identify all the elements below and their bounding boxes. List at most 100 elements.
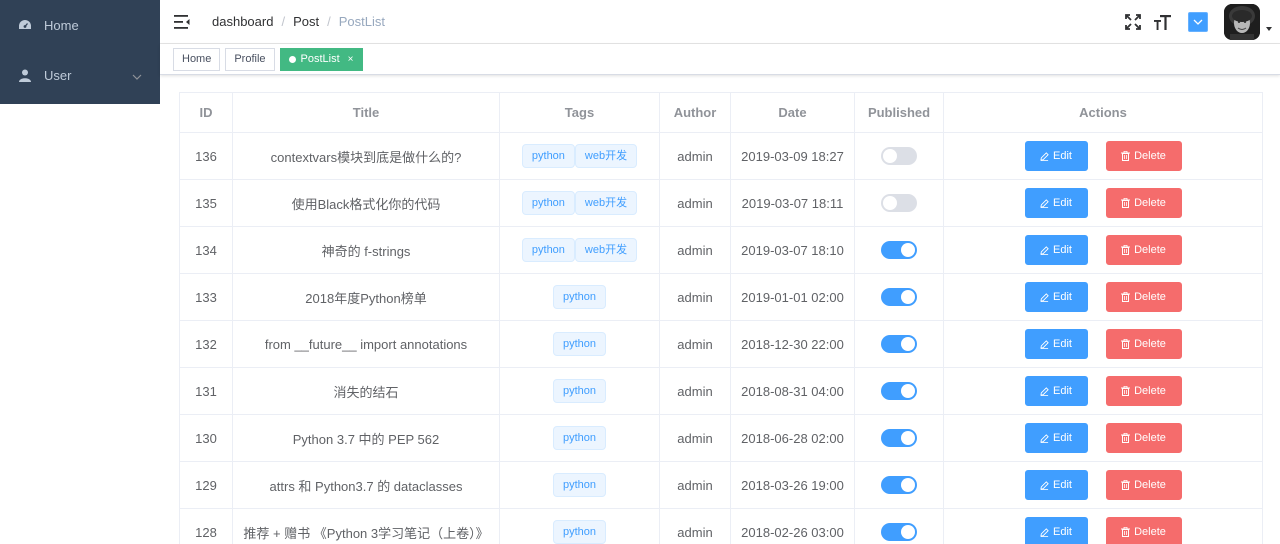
edit-button[interactable]: Edit [1024, 517, 1088, 544]
close-icon[interactable]: × [348, 54, 354, 65]
cell-date: 2018-02-26 03:00 [730, 508, 855, 544]
switch-knob [901, 384, 915, 398]
edit-button-label: Edit [1053, 338, 1072, 350]
cell-published [854, 508, 944, 544]
cell-id: 130 [179, 414, 233, 462]
published-switch[interactable] [881, 194, 917, 212]
cell-id: 128 [179, 508, 233, 544]
delete-icon [1121, 198, 1131, 208]
delete-icon [1121, 527, 1131, 537]
cell-published [854, 179, 944, 227]
delete-button-label: Delete [1134, 432, 1166, 444]
published-switch[interactable] [881, 523, 917, 541]
delete-button-label: Delete [1134, 338, 1166, 350]
cell-author: admin [659, 508, 731, 544]
delete-button[interactable]: Delete [1105, 423, 1182, 453]
tags-view-item-profile[interactable]: Profile [225, 47, 275, 71]
cell-actions: Edit Delete [943, 508, 1263, 544]
edit-button[interactable]: Edit [1024, 470, 1088, 500]
cell-title: 使用Black格式化你的代码 [232, 179, 500, 227]
table-row: 133 2018年度Python榜单 python admin 2019-01-01 0… [179, 273, 1263, 321]
published-switch[interactable] [881, 241, 917, 259]
sidebar-item-home[interactable]: Home [0, 0, 160, 50]
edit-button[interactable]: Edit [1024, 282, 1088, 312]
switch-knob [901, 525, 915, 539]
edit-button-label: Edit [1053, 244, 1072, 256]
tags-view-item-home[interactable]: Home [173, 47, 221, 71]
hamburger-icon[interactable] [174, 14, 190, 30]
published-switch[interactable] [881, 476, 917, 494]
breadcrumb-separator: / [281, 14, 286, 29]
tag-chip: python [552, 520, 607, 544]
sidebar-item-label: Home [44, 17, 79, 33]
table-row: 128 推荐 + 赠书 《Python 3学习笔记（上卷）》 python admin… [179, 508, 1263, 544]
published-switch[interactable] [881, 382, 917, 400]
delete-button[interactable]: Delete [1105, 376, 1182, 406]
delete-button[interactable]: Delete [1105, 329, 1182, 359]
delete-button[interactable]: Delete [1105, 141, 1182, 171]
cell-title: 神奇的 f-strings [232, 226, 500, 274]
column-header-date: Date [730, 92, 855, 133]
cell-id: 129 [179, 461, 233, 509]
edit-icon [1040, 386, 1049, 396]
published-switch[interactable] [881, 147, 917, 165]
cell-author: admin [659, 414, 731, 462]
cell-published [854, 273, 944, 321]
cell-title: from __future__ import annotations [232, 320, 500, 368]
switch-knob [901, 337, 915, 351]
breadcrumb-dashboard[interactable]: dashboard [212, 14, 273, 29]
cell-date: 2019-03-07 18:10 [730, 226, 855, 274]
delete-button[interactable]: Delete [1105, 188, 1182, 218]
sidebar-item-label: User [44, 67, 72, 83]
edit-button[interactable]: Edit [1024, 188, 1088, 218]
navbar: dashboard / Post / PostList [160, 0, 1280, 44]
cell-actions: Edit Delete [943, 414, 1263, 462]
breadcrumb-post[interactable]: Post [293, 14, 319, 29]
tag-chip: web开发 [574, 238, 638, 262]
delete-button[interactable]: Delete [1105, 235, 1182, 265]
edit-button[interactable]: Edit [1024, 141, 1088, 171]
right-menu [1124, 0, 1280, 44]
delete-button[interactable]: Delete [1105, 470, 1182, 500]
column-header-author: Author [659, 92, 731, 133]
caret-down-icon[interactable] [1266, 27, 1272, 31]
delete-button[interactable]: Delete [1105, 282, 1182, 312]
table-row: 132 from __future__ import annotations pyt… [179, 320, 1263, 368]
edit-button[interactable]: Edit [1024, 329, 1088, 359]
edit-button[interactable]: Edit [1024, 423, 1088, 453]
edit-button[interactable]: Edit [1024, 376, 1088, 406]
delete-button[interactable]: Delete [1105, 517, 1182, 544]
table-row: 136 contextvars模块到底是做什么的? python web开发 admin… [179, 132, 1263, 180]
chevron-down-icon [1193, 19, 1203, 25]
tag-chip: web开发 [574, 144, 638, 168]
cell-date: 2018-08-31 04:00 [730, 367, 855, 415]
post-table: ID Title Tags Author Date Published Acti… [179, 92, 1263, 544]
tags-view-label: Profile [234, 53, 266, 65]
delete-button-label: Delete [1134, 479, 1166, 491]
sidebar-item-user[interactable]: User [0, 50, 160, 100]
cell-published [854, 367, 944, 415]
cell-id: 133 [179, 273, 233, 321]
column-header-title: Title [232, 92, 500, 133]
tags-view-item-postlist[interactable]: PostList × [279, 47, 363, 71]
column-header-tags: Tags [499, 92, 660, 133]
theme-picker[interactable] [1188, 12, 1208, 32]
published-switch[interactable] [881, 335, 917, 353]
cell-tags: python [499, 508, 660, 544]
avatar[interactable] [1224, 4, 1260, 40]
edit-icon [1040, 339, 1049, 349]
text-size-icon[interactable] [1154, 13, 1172, 31]
fullscreen-icon[interactable] [1124, 13, 1142, 31]
edit-button[interactable]: Edit [1024, 235, 1088, 265]
table-row: 130 Python 3.7 中的 PEP 562 python admin 2018-… [179, 414, 1263, 462]
delete-icon [1121, 151, 1131, 161]
tags-view-label: PostList [300, 53, 340, 65]
cell-actions: Edit Delete [943, 320, 1263, 368]
table-row: 131 消失的结石 python admin 2018-08-31 04:00 Edit D… [179, 367, 1263, 415]
cell-tags: python web开发 [499, 132, 660, 180]
cell-id: 131 [179, 367, 233, 415]
published-switch[interactable] [881, 429, 917, 447]
breadcrumb-postlist: PostList [338, 14, 385, 29]
published-switch[interactable] [881, 288, 917, 306]
tag-chip: python [552, 285, 607, 309]
